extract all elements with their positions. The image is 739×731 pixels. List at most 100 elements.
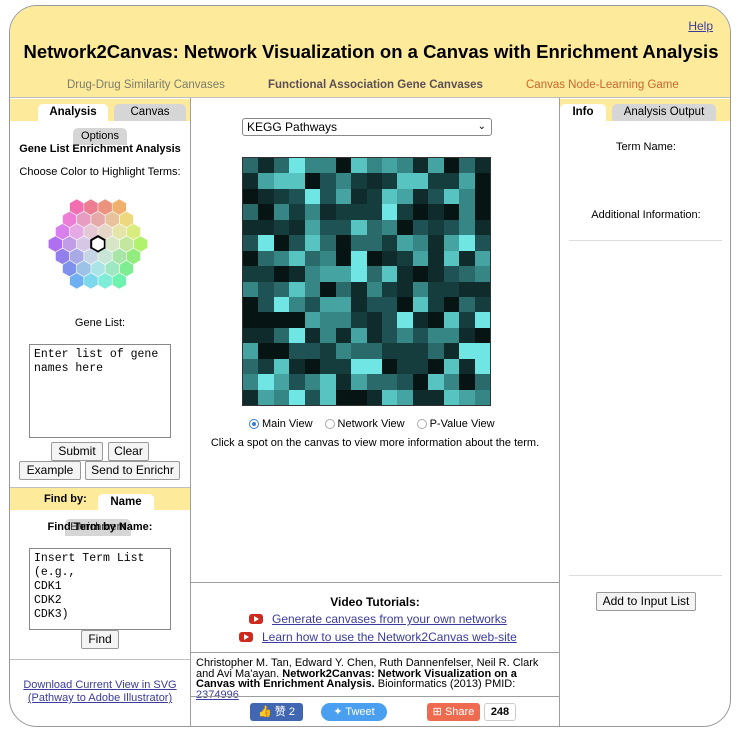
canvas-cell[interactable] bbox=[366, 343, 382, 359]
canvas-cell[interactable] bbox=[289, 358, 305, 375]
canvas-cell[interactable] bbox=[320, 173, 336, 189]
canvas-cell[interactable] bbox=[304, 204, 321, 220]
color-swatch[interactable] bbox=[112, 273, 127, 289]
canvas-cell[interactable] bbox=[243, 266, 259, 282]
canvas-cell[interactable] bbox=[381, 358, 398, 375]
canvas-cell[interactable] bbox=[397, 343, 413, 359]
canvas-cell[interactable] bbox=[273, 343, 290, 359]
canvas-cell[interactable] bbox=[428, 343, 444, 359]
canvas-cell[interactable] bbox=[335, 343, 352, 359]
canvas-cell[interactable] bbox=[366, 158, 382, 174]
canvas-cell[interactable] bbox=[258, 327, 274, 344]
submit-button[interactable]: Submit bbox=[51, 442, 103, 461]
canvas-cell[interactable] bbox=[459, 389, 475, 405]
tab-name[interactable]: Name bbox=[98, 494, 154, 511]
canvas-cell[interactable] bbox=[366, 266, 382, 282]
canvas-cell[interactable] bbox=[412, 204, 429, 220]
canvas-cell[interactable] bbox=[412, 188, 429, 205]
canvas-cell[interactable] bbox=[412, 173, 429, 189]
canvas-cell[interactable] bbox=[243, 204, 259, 220]
canvas-cell[interactable] bbox=[381, 204, 398, 220]
canvas-cell[interactable] bbox=[289, 281, 305, 297]
canvas-cell[interactable] bbox=[443, 266, 460, 282]
canvas-cell[interactable] bbox=[320, 204, 336, 220]
canvas-cell[interactable] bbox=[335, 173, 352, 189]
canvas-cell[interactable] bbox=[412, 358, 429, 375]
canvas-cell[interactable] bbox=[474, 312, 490, 328]
canvas-cell[interactable] bbox=[258, 281, 274, 297]
canvas-cell[interactable] bbox=[273, 312, 290, 328]
canvas-cell[interactable] bbox=[289, 250, 305, 267]
canvas-cell[interactable] bbox=[443, 235, 460, 251]
canvas-cell[interactable] bbox=[304, 219, 321, 236]
canvas-cell[interactable] bbox=[381, 374, 398, 390]
canvas-cell[interactable] bbox=[258, 343, 274, 359]
canvas-cell[interactable] bbox=[258, 173, 274, 189]
canvas-cell[interactable] bbox=[366, 312, 382, 328]
canvas-cell[interactable] bbox=[366, 188, 382, 205]
canvas-cell[interactable] bbox=[351, 173, 367, 189]
canvas-cell[interactable] bbox=[474, 173, 490, 189]
canvas-cell[interactable] bbox=[335, 327, 352, 344]
canvas-cell[interactable] bbox=[320, 343, 336, 359]
canvas-cell[interactable] bbox=[474, 266, 490, 282]
canvas-cell[interactable] bbox=[366, 358, 382, 375]
canvas-cell[interactable] bbox=[474, 188, 490, 205]
canvas-cell[interactable] bbox=[459, 266, 475, 282]
canvas-cell[interactable] bbox=[381, 173, 398, 189]
canvas-cell[interactable] bbox=[412, 219, 429, 236]
canvas-cell[interactable] bbox=[474, 281, 490, 297]
canvas-cell[interactable] bbox=[459, 374, 475, 390]
canvas-cell[interactable] bbox=[397, 188, 413, 205]
canvas-cell[interactable] bbox=[474, 158, 490, 174]
canvas-cell[interactable] bbox=[304, 374, 321, 390]
canvas-cell[interactable] bbox=[412, 343, 429, 359]
canvas-cell[interactable] bbox=[289, 266, 305, 282]
canvas-cell[interactable] bbox=[381, 250, 398, 267]
canvas-cell[interactable] bbox=[273, 358, 290, 375]
canvas-cell[interactable] bbox=[397, 266, 413, 282]
canvas-cell[interactable] bbox=[304, 389, 321, 405]
color-swatch[interactable] bbox=[91, 260, 105, 277]
canvas-cell[interactable] bbox=[381, 266, 398, 282]
canvas-cell[interactable] bbox=[289, 219, 305, 236]
canvas-cell[interactable] bbox=[443, 219, 460, 236]
tab-info[interactable]: Info bbox=[560, 104, 606, 121]
canvas-cell[interactable] bbox=[397, 296, 413, 313]
radio-main-view[interactable]: Main View bbox=[249, 418, 313, 430]
canvas-cell[interactable] bbox=[474, 296, 490, 313]
canvas-cell[interactable] bbox=[366, 219, 382, 236]
canvas-cell[interactable] bbox=[273, 374, 290, 390]
canvas-cell[interactable] bbox=[273, 250, 290, 267]
canvas-cell[interactable] bbox=[474, 219, 490, 236]
canvas-cell[interactable] bbox=[381, 389, 398, 405]
canvas-cell[interactable] bbox=[320, 358, 336, 375]
radio-pvalue-view[interactable]: P-Value View bbox=[416, 418, 495, 430]
canvas-cell[interactable] bbox=[397, 204, 413, 220]
canvas-cell[interactable] bbox=[320, 296, 336, 313]
canvas-cell[interactable] bbox=[289, 204, 305, 220]
canvas-cell[interactable] bbox=[243, 343, 259, 359]
download-svg-link[interactable]: Download Current View in SVG (Pathway to… bbox=[10, 679, 190, 705]
canvas-cell[interactable] bbox=[304, 343, 321, 359]
canvas-cell[interactable] bbox=[397, 327, 413, 344]
color-swatch[interactable] bbox=[55, 223, 70, 240]
canvas-cell[interactable] bbox=[366, 296, 382, 313]
canvas-cell[interactable] bbox=[459, 343, 475, 359]
canvas-cell[interactable] bbox=[428, 235, 444, 251]
canvas-cell[interactable] bbox=[273, 188, 290, 205]
canvas-cell[interactable] bbox=[443, 358, 460, 375]
canvas-cell[interactable] bbox=[397, 235, 413, 251]
canvas-cell[interactable] bbox=[412, 235, 429, 251]
canvas-cell[interactable] bbox=[381, 343, 398, 359]
canvas-cell[interactable] bbox=[243, 374, 259, 390]
canvas-cell[interactable] bbox=[243, 312, 259, 328]
pmid-link[interactable]: 2374996 bbox=[196, 689, 239, 701]
canvas-cell[interactable] bbox=[459, 158, 475, 174]
canvas-cell[interactable] bbox=[243, 235, 259, 251]
canvas-cell[interactable] bbox=[459, 250, 475, 267]
radio-network-view[interactable]: Network View bbox=[324, 418, 405, 430]
canvas-cell[interactable] bbox=[351, 374, 367, 390]
video-link-learn[interactable]: Learn how to use the Network2Canvas web-… bbox=[262, 630, 517, 644]
canvas-cell[interactable] bbox=[258, 296, 274, 313]
